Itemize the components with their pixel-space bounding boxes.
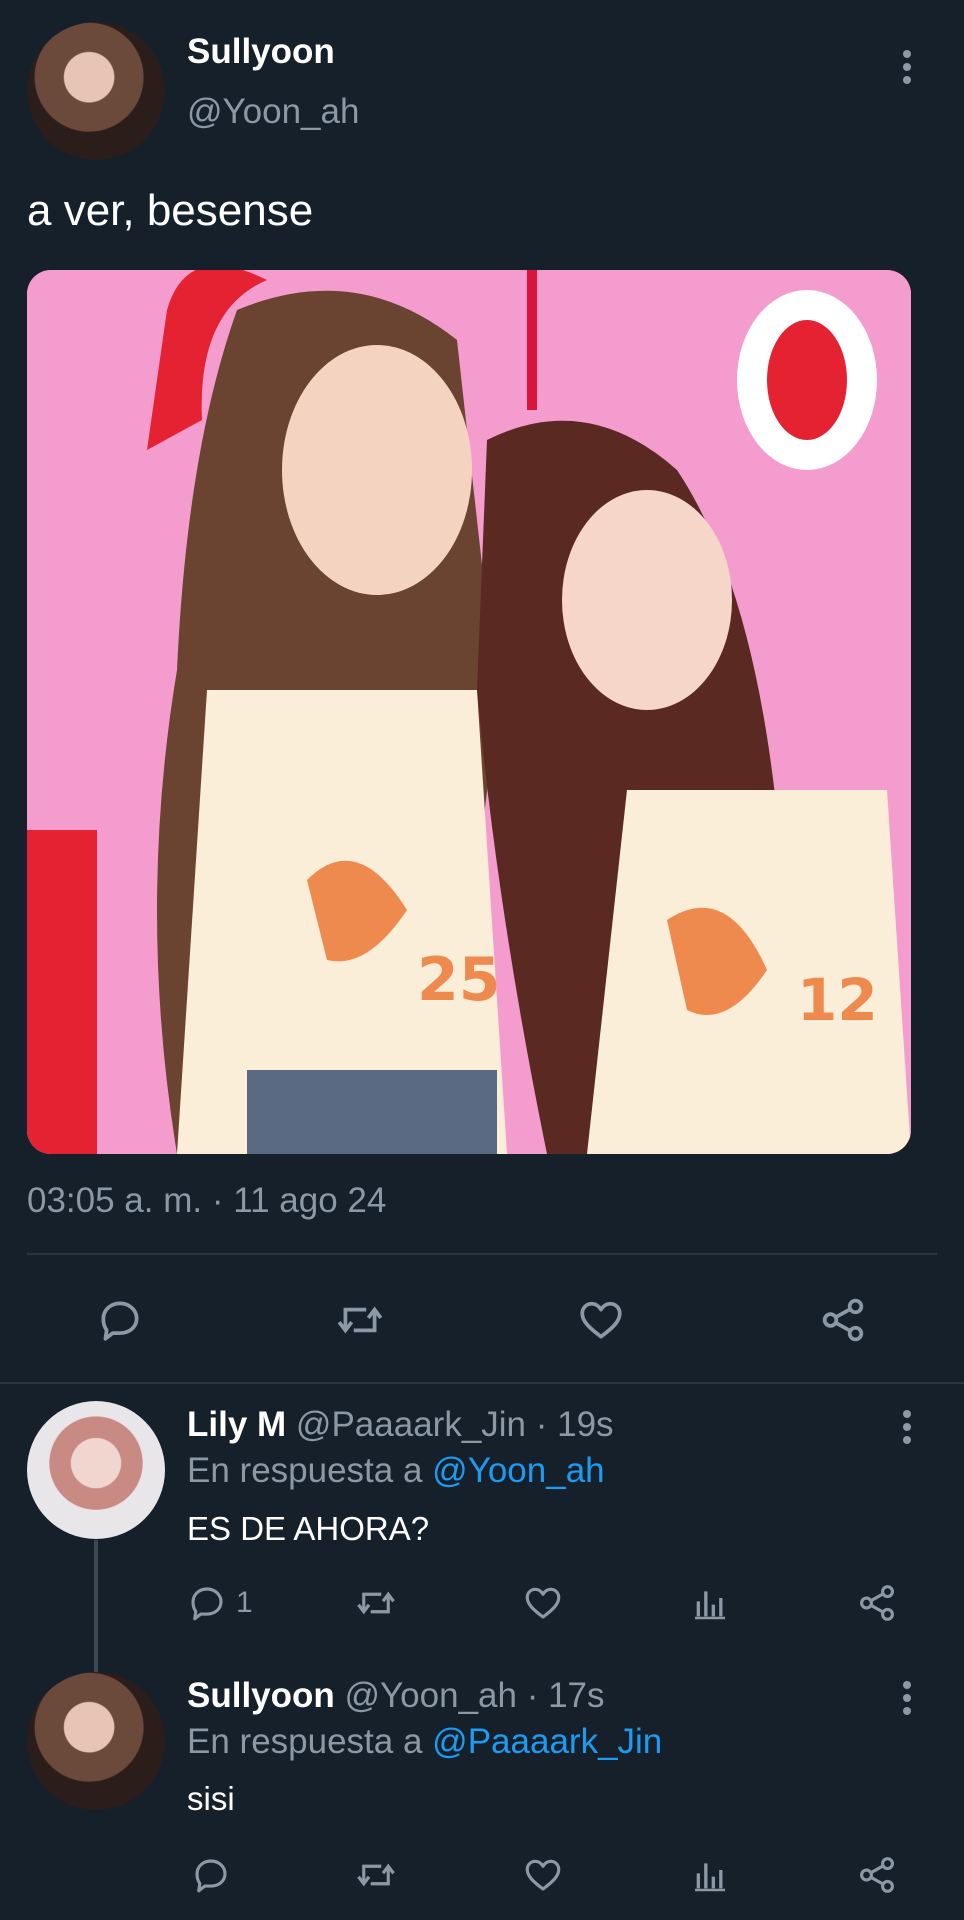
retweet-icon (357, 1591, 395, 1615)
reply-text: ES DE AHORA? (187, 1510, 430, 1547)
reply-handle-time[interactable]: @Paaaark_Jin · 19s (296, 1405, 614, 1444)
retweet-button[interactable] (351, 1850, 401, 1900)
reply-button[interactable] (186, 1850, 236, 1900)
share-button[interactable] (852, 1578, 902, 1628)
heart-icon (525, 1859, 561, 1891)
retweet-button[interactable] (328, 1290, 392, 1350)
svg-text:12: 12 (797, 966, 878, 1034)
reply-prefix: En respuesta a (187, 1722, 423, 1761)
reply-avatar[interactable] (27, 1401, 165, 1539)
author-display-name[interactable]: Sullyoon (187, 32, 335, 72)
like-button[interactable] (518, 1850, 568, 1900)
reply-to-link[interactable]: @Paaaark_Jin (432, 1722, 662, 1761)
reply-text: sisi (187, 1780, 235, 1817)
like-button[interactable] (571, 1290, 631, 1350)
analytics-icon (695, 1863, 725, 1892)
svg-text:25: 25 (417, 945, 501, 1015)
reply-handle-time[interactable]: @Yoon_ah · 17s (345, 1676, 605, 1715)
heart-icon (580, 1301, 622, 1339)
reply-context: En respuesta a @Yoon_ah (187, 1451, 605, 1491)
analytics-button[interactable] (685, 1578, 735, 1628)
thread-line (94, 1540, 98, 1672)
analytics-icon (695, 1591, 725, 1620)
reply-icon (195, 1859, 227, 1893)
reply-header: Sullyoon @Yoon_ah · 17s (187, 1676, 605, 1716)
reply-to-link[interactable]: @Yoon_ah (432, 1451, 604, 1490)
section-divider (0, 1382, 964, 1384)
heart-icon (525, 1587, 561, 1619)
reply-context: En respuesta a @Paaaark_Jin (187, 1722, 662, 1762)
author-avatar[interactable] (27, 22, 165, 160)
retweet-icon (357, 1863, 395, 1887)
analytics-button[interactable] (685, 1850, 735, 1900)
tweet-image[interactable]: 25 12 (27, 270, 911, 1154)
tweet-text: a ver, besense (27, 186, 314, 235)
divider (27, 1253, 937, 1255)
retweet-icon (337, 1306, 383, 1334)
like-button[interactable] (518, 1578, 568, 1628)
reply-icon (191, 1587, 223, 1621)
share-icon (822, 1298, 864, 1342)
author-handle[interactable]: @Yoon_ah (187, 92, 359, 132)
more-options-icon[interactable] (902, 50, 912, 84)
reply-button[interactable]: 1 (186, 1578, 266, 1628)
more-options-icon[interactable] (902, 1410, 912, 1444)
reply-prefix: En respuesta a (187, 1451, 423, 1490)
reply-icon (101, 1301, 139, 1341)
reply-count: 1 (236, 1586, 253, 1619)
tweet-timestamp[interactable]: 03:05 a. m. · 11 ago 24 (27, 1181, 386, 1221)
more-options-icon[interactable] (902, 1681, 912, 1715)
reply-avatar[interactable] (27, 1672, 165, 1810)
share-button[interactable] (852, 1850, 902, 1900)
share-button[interactable] (813, 1290, 873, 1350)
reply-display-name[interactable]: Lily M (187, 1405, 286, 1444)
share-icon (860, 1585, 894, 1621)
share-icon (860, 1857, 894, 1893)
reply-display-name[interactable]: Sullyoon (187, 1676, 335, 1715)
reply-button[interactable] (90, 1290, 150, 1350)
retweet-button[interactable] (351, 1578, 401, 1628)
reply-header: Lily M @Paaaark_Jin · 19s (187, 1405, 614, 1445)
